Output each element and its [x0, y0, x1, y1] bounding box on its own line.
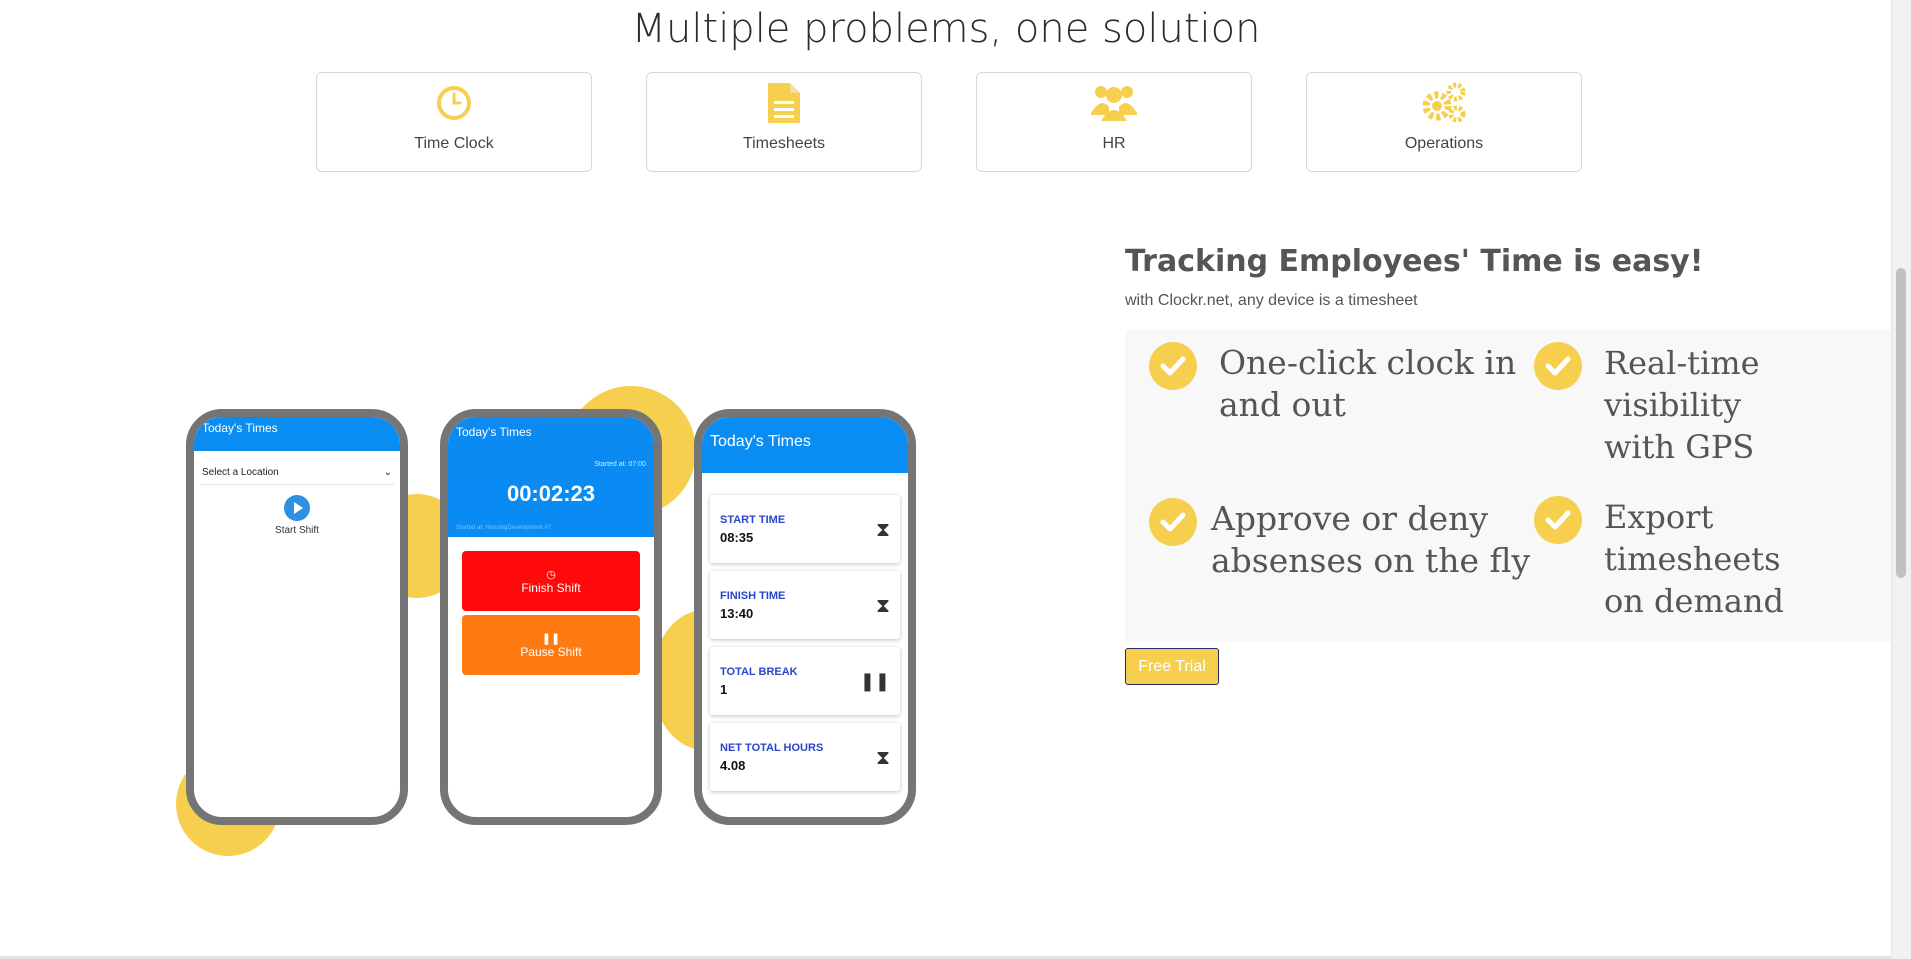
feature-line: Approve or deny	[1211, 499, 1489, 538]
scrollbar-thumb[interactable]	[1896, 268, 1906, 578]
pause-shift-button[interactable]: ❚❚ Pause Shift	[462, 615, 640, 675]
card-operations[interactable]: Operations	[1306, 72, 1582, 172]
document-icon	[766, 81, 802, 125]
hourglass-icon: ⧗	[875, 593, 890, 617]
card-timesheets[interactable]: Timesheets	[646, 72, 922, 172]
finish-time-row: FINISH TIME 13:40 ⧗	[710, 571, 900, 639]
card-label: HR	[1102, 135, 1126, 152]
feature-line: and out	[1219, 385, 1346, 424]
pause-shift-label: Pause Shift	[520, 644, 582, 659]
feature-line: with GPS	[1604, 428, 1755, 466]
net-total-hours-row: NET TOTAL HOURS 4.08 ⧗	[710, 723, 900, 791]
vertical-scrollbar[interactable]	[1891, 0, 1911, 959]
row-value: 1	[720, 681, 728, 697]
select-placeholder: Select a Location	[202, 467, 279, 478]
row-key: START TIME	[720, 513, 786, 526]
hourglass-icon: ⧗	[875, 745, 890, 769]
phone-header: Today's Times	[456, 425, 532, 439]
feature-item: Approve or deny absenses on the fly	[1149, 498, 1530, 582]
row-key: FINISH TIME	[720, 589, 786, 602]
card-hr[interactable]: HR	[976, 72, 1252, 172]
check-icon	[1534, 342, 1582, 390]
row-value: 13:40	[720, 605, 754, 621]
check-icon	[1149, 342, 1197, 390]
section-heading: Multiple problems, one solution	[631, 6, 1261, 52]
chevron-down-icon: ⌄	[383, 467, 392, 478]
location-text: Started at: HousingDevelopment #7	[456, 525, 552, 531]
tracking-subtitle: with Clockr.net, any device is a timeshe…	[1125, 292, 1418, 309]
phone-mockup-2: Today's Times Started at: 07:00 00:02:23…	[440, 409, 662, 825]
clock-icon: ◷	[546, 568, 556, 581]
check-icon	[1534, 496, 1582, 544]
phone-header: Today's Times	[702, 417, 908, 473]
row-key: TOTAL BREAK	[720, 665, 798, 678]
feature-line: Export timesheets	[1604, 498, 1781, 578]
finish-shift-label: Finish Shift	[521, 580, 581, 595]
timer-panel: Today's Times Started at: 07:00 00:02:23…	[448, 417, 654, 537]
total-break-row: TOTAL BREAK 1 ❚❚	[710, 647, 900, 715]
card-time-clock[interactable]: Time Clock	[316, 72, 592, 172]
row-key: NET TOTAL HOURS	[720, 741, 824, 754]
feature-item: Export timesheets on demand	[1534, 496, 1892, 622]
finish-shift-button[interactable]: ◷ Finish Shift	[462, 551, 640, 611]
free-trial-button[interactable]: Free Trial	[1125, 648, 1219, 685]
check-icon	[1149, 498, 1197, 546]
play-icon[interactable]	[284, 495, 310, 521]
start-shift-label: Start Shift	[275, 525, 319, 536]
card-label: Time Clock	[414, 135, 494, 152]
clock-icon	[436, 81, 472, 125]
shift-timer: 00:02:23	[506, 481, 596, 506]
card-label: Operations	[1404, 135, 1484, 152]
features-panel: One-click clock in and out Real-time visi…	[1125, 330, 1892, 642]
feature-line: on demand	[1604, 582, 1784, 620]
tracking-title: Tracking Employees' Time is easy!	[1125, 244, 1704, 279]
feature-item: One-click clock in and out	[1149, 342, 1516, 426]
row-value: 08:35	[720, 529, 754, 545]
started-at-text: Started at: 07:00	[594, 461, 646, 468]
start-time-row: START TIME 08:35 ⧗	[710, 495, 900, 563]
pause-icon: ❚❚	[859, 670, 890, 692]
pause-icon: ❚❚	[541, 632, 561, 645]
gears-icon	[1421, 81, 1467, 125]
feature-line: absenses on the fly	[1211, 541, 1531, 580]
phone-mockup-3: Today's Times START TIME 08:35 ⧗ FINISH T…	[694, 409, 916, 825]
phone-mockup-1: Today's Times Select a Location ⌄ Start …	[186, 409, 408, 825]
phone-header: Today's Times	[194, 417, 400, 451]
row-value: 4.08	[720, 757, 746, 773]
feature-line: One-click clock in	[1219, 343, 1517, 382]
users-icon	[1091, 81, 1137, 125]
card-label: Timesheets	[742, 135, 826, 152]
feature-line: Real-time visibility	[1604, 344, 1760, 424]
feature-item: Real-time visibility with GPS	[1534, 342, 1892, 468]
location-select[interactable]: Select a Location ⌄	[200, 461, 394, 485]
hourglass-icon: ⧗	[875, 517, 890, 541]
